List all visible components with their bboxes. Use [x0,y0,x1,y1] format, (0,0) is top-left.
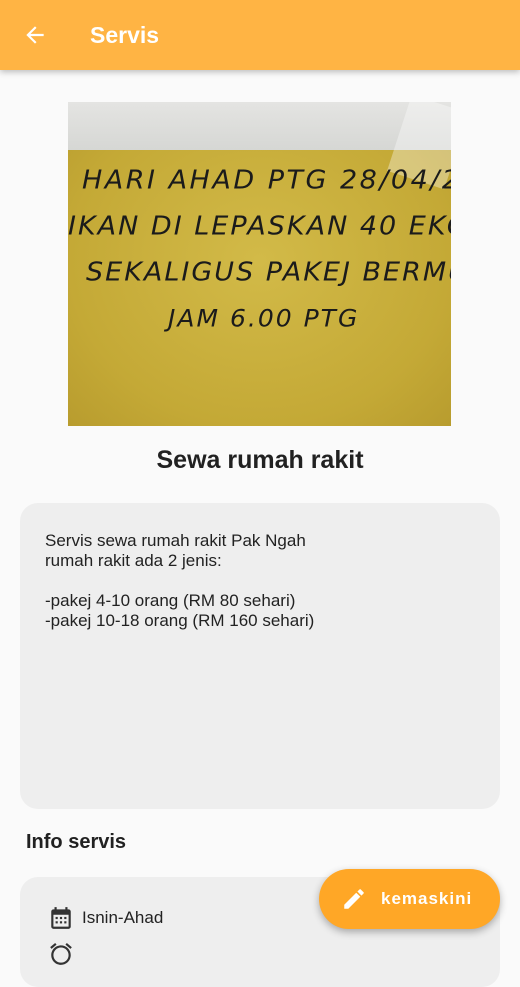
description-card: Servis sewa rumah rakit Pak Ngah rumah r… [20,503,500,809]
service-photo: HARI AHAD PTG 28/04/2019 IKAN DI LEPASKA… [68,102,451,426]
description-text: Servis sewa rumah rakit Pak Ngah rumah r… [45,531,315,630]
note-line: IKAN DI LEPASKAN 40 EKO [68,211,451,242]
pencil-icon [344,889,364,909]
app-bar: Servis [0,0,520,70]
back-button[interactable] [12,12,58,58]
note-line: JAM 6.00 PTG [168,304,360,333]
edit-button[interactable]: kemaskini [319,869,500,929]
info-section-title: Info servis [26,831,127,853]
days-row: Isnin-Ahad [48,905,163,931]
note-line: SEKALIGUS PAKEJ BERMULA [86,257,451,288]
page-title: Servis [90,21,160,48]
arrow-back-icon [26,26,44,44]
handwritten-note: HARI AHAD PTG 28/04/2019 IKAN DI LEPASKA… [68,158,451,342]
time-row [48,941,82,967]
note-line: HARI AHAD PTG 28/04/2019 [82,165,451,196]
days-text: Isnin-Ahad [82,908,164,927]
edit-button-label: kemaskini [381,889,473,908]
service-title: Sewa rumah rakit [156,446,364,474]
alarm-clock-icon [50,943,72,965]
calendar-icon [51,907,71,929]
photo-wall [68,102,451,150]
